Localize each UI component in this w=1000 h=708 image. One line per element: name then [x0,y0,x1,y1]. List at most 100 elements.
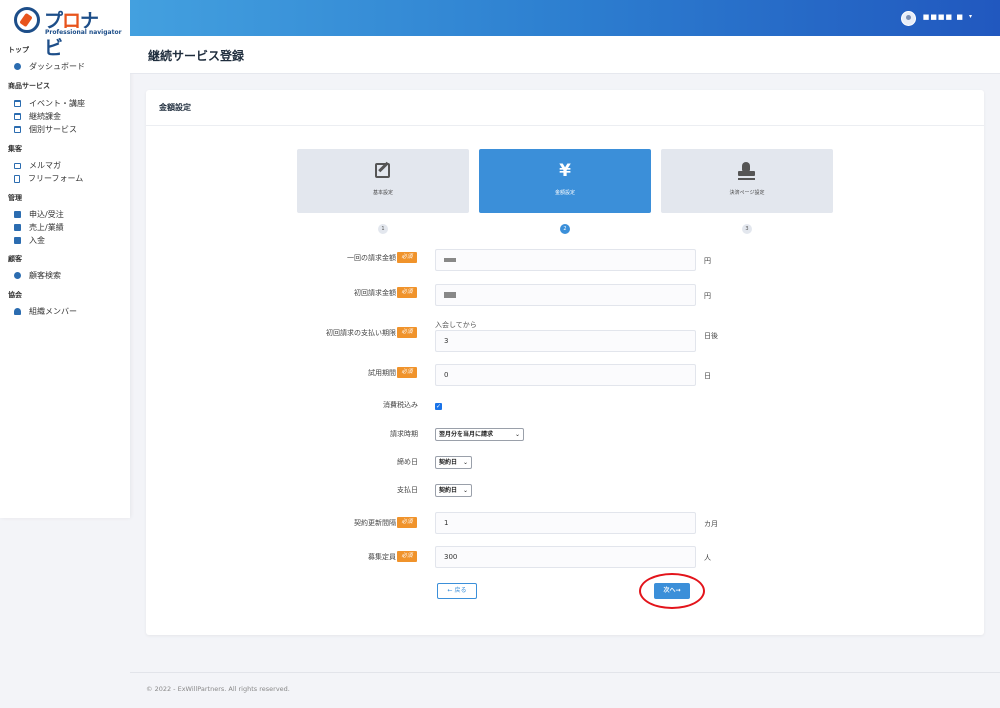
masked-value [444,258,456,262]
stamp-icon-base [738,171,755,176]
billing-timing-label: 請求時期 [390,430,418,438]
copyright-text: © 2022 - ExWillPartners. All rights rese… [146,685,290,693]
first-due-label: 初回請求の支払い期限 [326,329,396,337]
chevron-down-icon: ⌄ [514,431,520,438]
closing-day-label: 締め日 [397,458,418,466]
trial-label: 試用期間 [368,369,396,377]
stamp-icon [742,162,750,171]
sidebar-item-label: 入金 [29,236,45,245]
tax-included-checkbox[interactable]: ✓ [435,403,442,410]
calendar-icon [14,113,21,120]
payment-day-label: 支払日 [397,486,418,494]
required-badge: 必須 [397,517,417,528]
card-title: 金額設定 [159,103,191,112]
first-due-input[interactable]: 3 [435,330,696,352]
first-amount-label: 初回請求金額 [354,289,396,297]
nav-section-association: 協会 [8,291,22,299]
yen-icon: ¥ [559,161,571,181]
sidebar-item-label: 継続課金 [29,112,61,121]
sidebar-item-label: 個別サービス [29,125,77,134]
step-label: 決済ページ設定 [729,190,765,196]
step-number-1: 1 [378,224,388,234]
sidebar-item-events[interactable]: イベント・講座 [14,98,85,109]
top-bar: ■■■■ ■ ▾ [130,0,1000,36]
card-header: 金額設定 [146,90,984,126]
chevron-down-icon: ⌄ [462,487,468,494]
first-amount-unit: 円 [704,292,711,300]
back-button[interactable]: ← 戻る [437,583,477,599]
trial-unit: 日 [704,372,711,380]
payment-day-select[interactable]: 契約日 ⌄ [435,484,472,497]
step-number-3: 3 [742,224,752,234]
next-button[interactable]: 次へ→ [654,583,690,599]
step-amount-settings[interactable]: ¥ 金額設定 [479,149,651,213]
folder-icon [14,211,21,218]
step-number-2: 2 [560,224,570,234]
per-amount-input[interactable] [435,249,696,271]
capacity-unit: 人 [704,554,711,562]
required-badge: 必須 [397,287,417,298]
users-icon [14,272,21,279]
step-payment-page-settings[interactable]: 決済ページ設定 [661,149,833,213]
page-header: 継続サービス登録 [130,36,1000,74]
trial-input[interactable]: 0 [435,364,696,386]
chevron-down-icon: ⌄ [462,459,468,466]
tax-included-label: 消費税込み [383,401,418,409]
renewal-unit: カ月 [704,520,718,528]
required-badge: 必須 [397,327,417,338]
sidebar-item-dashboard[interactable]: ダッシュボード [14,61,85,72]
first-due-unit: 日後 [704,332,718,340]
logo-subtitle: Professional navigator [45,29,122,36]
chevron-down-icon[interactable]: ▾ [969,13,972,20]
sidebar-item-individual-services[interactable]: 個別サービス [14,124,77,135]
sidebar-item-payments[interactable]: 入金 [14,235,45,246]
nav-section-customers: 顧客 [8,255,22,263]
sidebar-item-label: 売上/業績 [29,223,64,232]
sidebar-item-subscriptions[interactable]: 継続課金 [14,111,61,122]
sidebar-item-label: イベント・講座 [29,99,85,108]
billing-timing-select[interactable]: 翌月分を当月に請求 ⌄ [435,428,524,441]
dashboard-icon [14,63,21,70]
sidebar-item-free-form[interactable]: フリーフォーム [14,173,83,184]
sidebar-item-label: フリーフォーム [28,174,84,183]
nav-section-management: 管理 [8,194,22,202]
first-amount-input[interactable] [435,284,696,306]
user-icon [14,308,21,315]
folder-icon [14,224,21,231]
step-basic-settings[interactable]: 基本設定 [297,149,469,213]
capacity-label: 募集定員 [368,553,396,561]
required-badge: 必須 [397,367,417,378]
sidebar-item-newsletter[interactable]: メルマガ [14,160,61,171]
nav-section-products: 商品サービス [8,82,50,90]
settings-card: 金額設定 基本設定 ¥ 金額設定 決済ページ設定 1 2 3 一回の請求金額 必… [146,90,984,635]
masked-value [444,292,456,298]
select-value: 契約日 [439,487,458,494]
sidebar-item-members[interactable]: 組織メンバー [14,306,77,317]
renewal-input[interactable]: 1 [435,512,696,534]
step-label: 金額設定 [554,190,575,196]
sidebar-item-orders[interactable]: 申込/受注 [14,209,64,220]
select-value: 契約日 [439,459,458,466]
capacity-input[interactable]: 300 [435,546,696,568]
app-logo[interactable]: プロナビ Professional navigator [14,7,122,59]
calendar-icon [14,126,21,133]
required-badge: 必須 [397,252,417,263]
sidebar-item-label: ダッシュボード [29,62,85,71]
sidebar-item-customer-search[interactable]: 顧客検索 [14,270,61,281]
required-badge: 必須 [397,551,417,562]
mail-icon [14,162,21,169]
user-name[interactable]: ■■■■ ■ [923,13,964,21]
sidebar: プロナビ Professional navigator トップ ダッシュボード … [0,0,130,518]
avatar-icon[interactable] [901,11,916,26]
logo-compass-icon [14,7,40,33]
folder-icon [14,237,21,244]
step-label: 基本設定 [372,190,393,196]
footer: © 2022 - ExWillPartners. All rights rese… [130,672,1000,708]
page-title: 継続サービス登録 [148,49,245,63]
closing-day-select[interactable]: 契約日 ⌄ [435,456,472,469]
sidebar-item-sales[interactable]: 売上/業績 [14,222,64,233]
stamp-icon-line [738,178,755,180]
nav-section-top: トップ [8,46,29,54]
document-icon [14,174,20,183]
sidebar-item-label: メルマガ [29,161,61,170]
